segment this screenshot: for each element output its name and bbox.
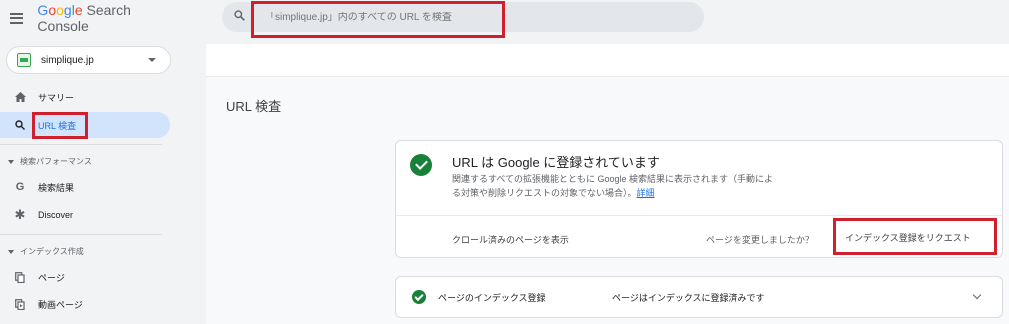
property-name: simplique.jp [41, 54, 94, 66]
asterisk-icon: ✱ [14, 207, 26, 222]
page-title: URL 検査 [226, 99, 282, 114]
sidebar-item-label: ページ [38, 272, 65, 283]
page-indexing-row[interactable]: ページのインデックス登録 ページはインデックスに登録済みです [395, 276, 1003, 318]
sidebar-divider [0, 234, 162, 235]
sidebar-item-discover[interactable]: ✱ Discover [0, 202, 170, 228]
section-label: インデックス作成 [20, 247, 84, 256]
sidebar-item-url-inspection[interactable]: URL 検査 [0, 112, 170, 138]
sidebar: Google Search Console simplique.jp サマリー … [0, 0, 180, 324]
header-divider [206, 76, 1009, 77]
home-icon [14, 91, 26, 103]
page-changed-text: ページを変更しましたか？ [706, 235, 814, 245]
section-performance-toggle[interactable]: 検索パフォーマンス [8, 156, 92, 167]
caret-down-icon [8, 159, 14, 164]
chevron-down-icon[interactable] [972, 290, 982, 300]
google-g-icon: G [15, 181, 25, 193]
caret-down-icon [8, 249, 14, 254]
result-description: 関連するすべての拡張機能とともに Google 検索結果に表示されます（手動によ… [452, 174, 774, 198]
view-crawled-page-link[interactable]: クロール済みのページを表示 [452, 233, 569, 246]
sidebar-divider [0, 144, 162, 145]
property-favicon-icon [17, 53, 31, 67]
details-link[interactable]: 詳細 [637, 188, 655, 198]
sidebar-item-summary[interactable]: サマリー [0, 84, 170, 110]
sidebar-item-search-results[interactable]: G 検索結果 [0, 174, 170, 200]
sidebar-item-label: 動画ページ [38, 299, 83, 310]
property-selector[interactable]: simplique.jp [6, 46, 171, 74]
sidebar-item-label: URL 検査 [38, 120, 77, 131]
section-index-toggle[interactable]: インデックス作成 [8, 246, 84, 257]
video-pages-icon [14, 298, 26, 310]
url-inspection-search-bar[interactable] [222, 2, 704, 32]
pages-icon [14, 271, 26, 283]
page-indexing-label: ページのインデックス登録 [438, 293, 546, 303]
hamburger-menu-icon[interactable] [10, 12, 24, 24]
search-icon [234, 8, 245, 26]
sidebar-item-label: Discover [38, 210, 74, 220]
caret-down-icon [148, 58, 156, 62]
sidebar-item-video-pages[interactable]: 動画ページ [0, 291, 170, 317]
sidebar-item-label: サマリー [38, 92, 75, 103]
check-circle-icon [410, 154, 432, 176]
page-indexing-status: ページはインデックスに登録済みです [612, 293, 765, 303]
section-label: 検索パフォーマンス [20, 157, 92, 166]
redacted-block [222, 48, 447, 66]
request-indexing-button[interactable]: インデックス登録をリクエスト [841, 229, 975, 246]
sidebar-item-pages[interactable]: ページ [0, 264, 170, 290]
search-icon [14, 119, 26, 131]
check-circle-icon [412, 290, 426, 304]
sidebar-item-label: 検索結果 [38, 182, 75, 193]
inspection-result-card: URL は Google に登録されています 関連するすべての拡張機能とともに … [395, 140, 1003, 258]
result-title: URL は Google に登録されています [452, 155, 660, 170]
card-divider [396, 215, 1002, 216]
app-header: Google Search Console [10, 2, 180, 34]
app-title[interactable]: Google Search Console [37, 2, 180, 34]
url-inspection-input[interactable] [265, 11, 505, 23]
